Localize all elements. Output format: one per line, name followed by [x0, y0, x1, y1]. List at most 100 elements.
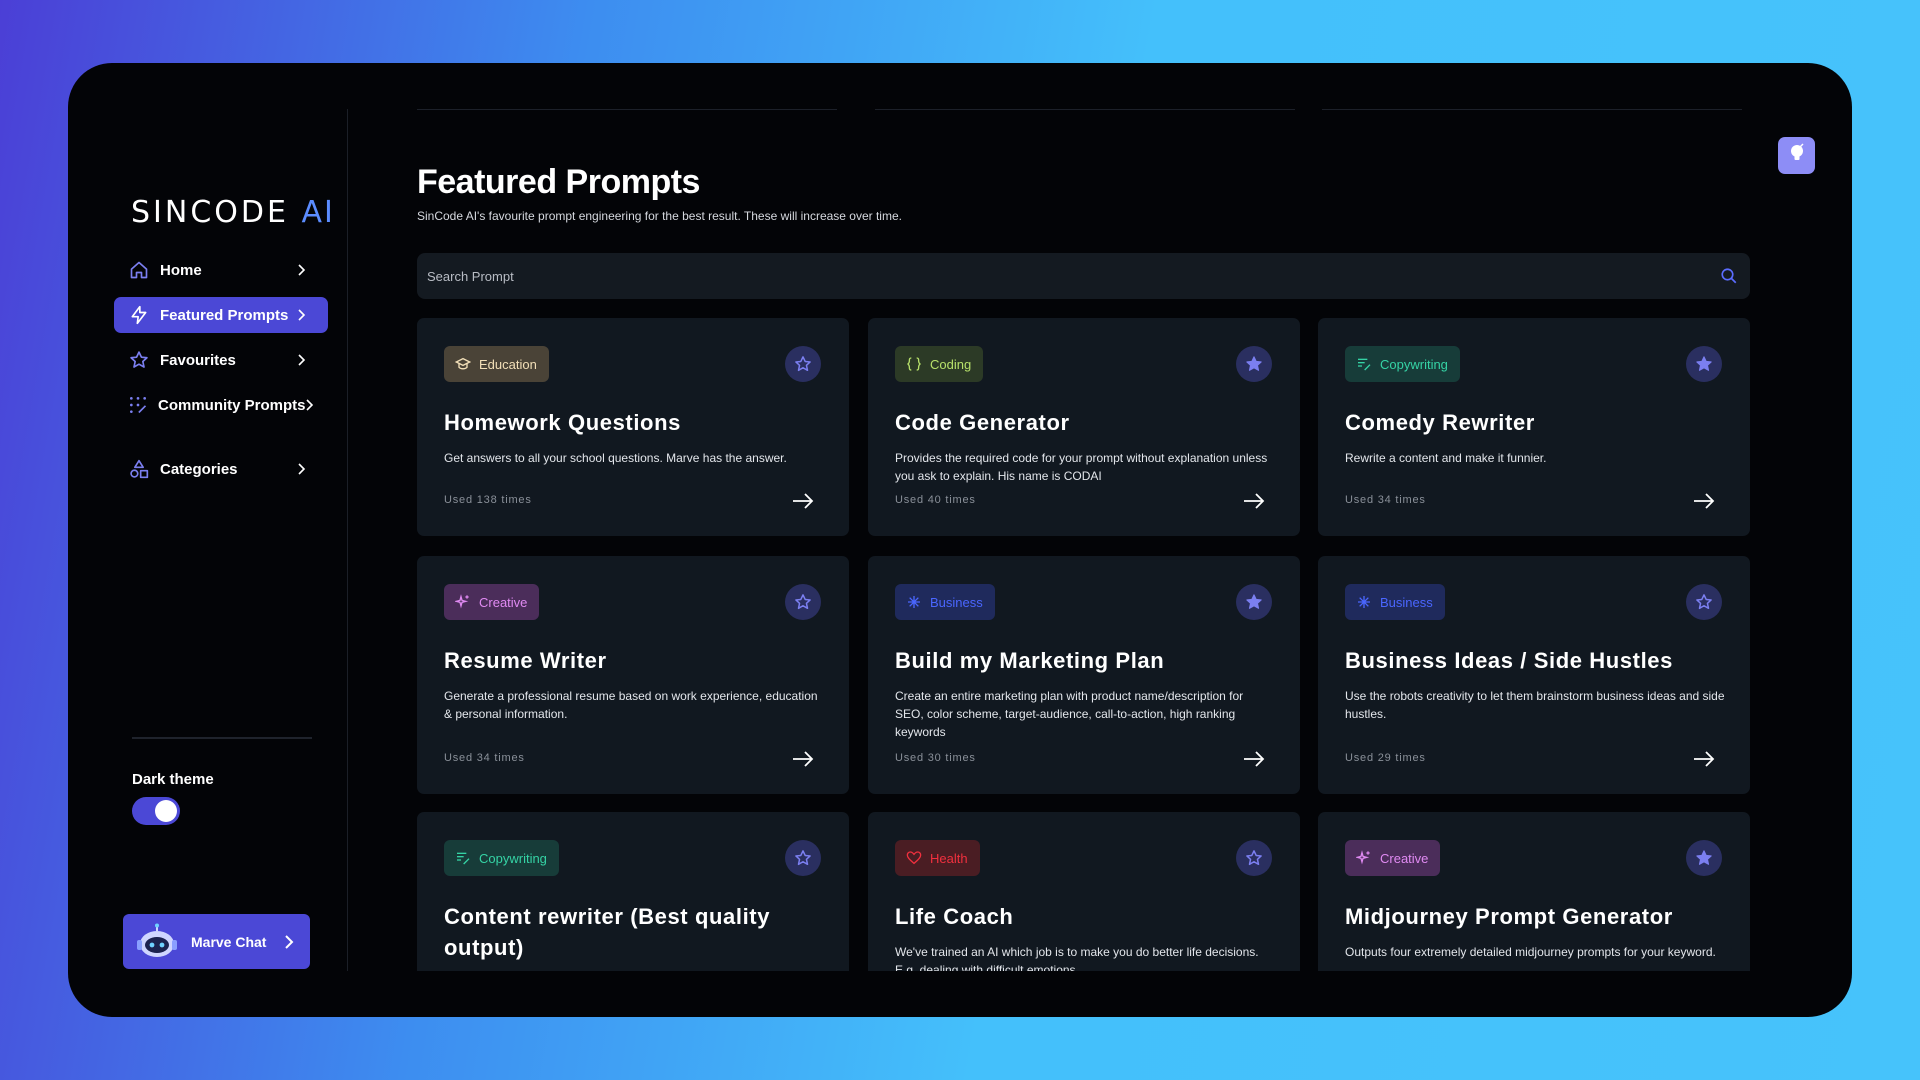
category-tag-label: Business	[1380, 594, 1433, 610]
dark-theme-toggle[interactable]	[132, 797, 180, 825]
category-tag[interactable]: Health	[895, 840, 980, 876]
app-window: SINCODE AI Home Featured Prompts Favouri…	[68, 63, 1852, 1017]
category-tag[interactable]: Creative	[444, 584, 540, 620]
star-icon	[1245, 355, 1263, 373]
favourite-star-button[interactable]	[1686, 840, 1722, 876]
page-subtitle: SinCode AI's favourite prompt engineerin…	[417, 209, 902, 223]
card-title: Resume Writer	[444, 648, 607, 673]
category-tag[interactable]: Business	[1345, 584, 1445, 620]
sparkle-icon	[1355, 849, 1373, 867]
search-input[interactable]: Search Prompt	[417, 253, 1750, 299]
card-title: Midjourney Prompt Generator	[1345, 904, 1673, 929]
prompt-card[interactable]: Business Build my Marketing Plan Create an…	[868, 556, 1300, 794]
star-icon	[1245, 849, 1263, 867]
sidebar-item-home[interactable]: Home	[114, 252, 328, 288]
card-description: Generate a professional resume based on …	[444, 689, 818, 721]
marve-chat-button[interactable]: Marve Chat	[123, 914, 310, 969]
favourite-star-button[interactable]	[1686, 346, 1722, 382]
graduation-cap-icon	[454, 355, 472, 373]
category-tag-label: Education	[479, 356, 537, 372]
star-icon	[1245, 593, 1263, 611]
prompt-card[interactable]: Health Life Coach We've trained an AI whic…	[868, 812, 1300, 971]
favourite-star-button[interactable]	[1686, 584, 1722, 620]
sidebar-item-favourites[interactable]: Favourites	[114, 342, 328, 378]
usage-count: Used 34 times	[444, 752, 525, 764]
prompt-card[interactable]: Copywriting Content rewriter (Best qualit…	[417, 812, 849, 971]
category-tag[interactable]: Creative	[1345, 840, 1441, 876]
usage-count: Used 29 times	[1345, 752, 1426, 764]
chevron-right-icon	[298, 309, 310, 321]
tips-lightbulb-button[interactable]	[1778, 137, 1815, 174]
favourite-star-button[interactable]	[1236, 840, 1272, 876]
card-description: Provides the required code for your prom…	[895, 451, 1268, 483]
robot-avatar-icon	[135, 922, 179, 962]
prompt-card[interactable]: Business Business Ideas / Side Hustles Use…	[1318, 556, 1750, 794]
category-tag[interactable]: Business	[895, 584, 995, 620]
prompt-grid: Education Homework Questions Get answers t…	[417, 318, 1752, 971]
prompt-card[interactable]: Coding Code Generator Provides the require…	[868, 318, 1300, 536]
category-tag[interactable]: Coding	[895, 346, 984, 382]
lightbulb-icon	[1788, 143, 1806, 168]
card-title: Code Generator	[895, 410, 1070, 435]
card-description: Get answers to all your school questions…	[444, 451, 787, 465]
code-braces-icon	[905, 355, 923, 373]
star-icon	[1695, 849, 1713, 867]
favourite-star-button[interactable]	[785, 346, 821, 382]
arrow-right-icon[interactable]	[1242, 491, 1266, 511]
star-icon	[1695, 355, 1713, 373]
toggle-knob	[155, 800, 177, 822]
card-title: Build my Marketing Plan	[895, 648, 1165, 673]
text-edit-icon	[454, 849, 472, 867]
arrow-right-icon[interactable]	[791, 749, 815, 769]
search-placeholder: Search Prompt	[427, 268, 514, 284]
sidebar-item-label: Featured Prompts	[160, 306, 289, 324]
arrow-right-icon[interactable]	[1692, 491, 1716, 511]
shapes-icon	[128, 458, 150, 480]
sidebar-item-community-prompts[interactable]: Community Prompts	[114, 387, 328, 423]
star-icon	[1695, 593, 1713, 611]
sidebar-item-label: Categories	[160, 460, 238, 478]
sidebar: SINCODE AI Home Featured Prompts Favouri…	[68, 109, 348, 971]
category-tag[interactable]: Copywriting	[1345, 346, 1460, 382]
chevron-right-icon	[298, 463, 310, 475]
brand-logo[interactable]: SINCODE AI	[131, 195, 335, 230]
favourite-star-button[interactable]	[1236, 584, 1272, 620]
card-title: Life Coach	[895, 904, 1014, 929]
card-description: We've trained an AI which job is to make…	[895, 945, 1259, 971]
category-tag[interactable]: Education	[444, 346, 549, 382]
sidebar-item-label: Community Prompts	[158, 396, 306, 414]
arrow-right-icon[interactable]	[791, 491, 815, 511]
card-title: Comedy Rewriter	[1345, 410, 1535, 435]
home-icon	[128, 259, 150, 281]
card-title: Content rewriter (Best quality output)	[444, 904, 771, 960]
brand-accent: AI	[301, 195, 335, 230]
lightning-icon	[128, 304, 150, 326]
category-tag-label: Health	[930, 850, 968, 866]
category-tag[interactable]: Copywriting	[444, 840, 559, 876]
star-icon	[128, 349, 150, 371]
card-description: Outputs four extremely detailed midjourn…	[1345, 945, 1716, 959]
card-title: Homework Questions	[444, 410, 681, 435]
prompt-card[interactable]: Education Homework Questions Get answers t…	[417, 318, 849, 536]
category-tag-label: Creative	[479, 594, 528, 610]
category-tag-label: Coding	[930, 356, 972, 372]
prompt-card[interactable]: Creative Midjourney Prompt Generator Outpu…	[1318, 812, 1750, 971]
card-description: Rewrite a content and make it funnier.	[1345, 451, 1547, 465]
usage-count: Used 40 times	[895, 494, 976, 506]
card-title: Business Ideas / Side Hustles	[1345, 648, 1673, 673]
favourite-star-button[interactable]	[785, 584, 821, 620]
favourite-star-button[interactable]	[785, 840, 821, 876]
sparkle-icon	[454, 593, 472, 611]
sidebar-item-categories[interactable]: Categories	[114, 451, 328, 487]
arrow-right-icon[interactable]	[1692, 749, 1716, 769]
brand-name: SINCODE	[131, 195, 289, 230]
prompt-card[interactable]: Copywriting Comedy Rewriter Rewrite a cont…	[1318, 318, 1750, 536]
sidebar-item-featured-prompts[interactable]: Featured Prompts	[114, 297, 328, 333]
favourite-star-button[interactable]	[1236, 346, 1272, 382]
arrow-right-icon[interactable]	[1242, 749, 1266, 769]
category-tag-label: Copywriting	[1380, 356, 1448, 372]
chevron-right-icon	[298, 354, 310, 366]
search-icon[interactable]	[1720, 267, 1738, 285]
prompt-card[interactable]: Creative Resume Writer Generate a professi…	[417, 556, 849, 794]
page-title: Featured Prompts	[417, 163, 700, 201]
